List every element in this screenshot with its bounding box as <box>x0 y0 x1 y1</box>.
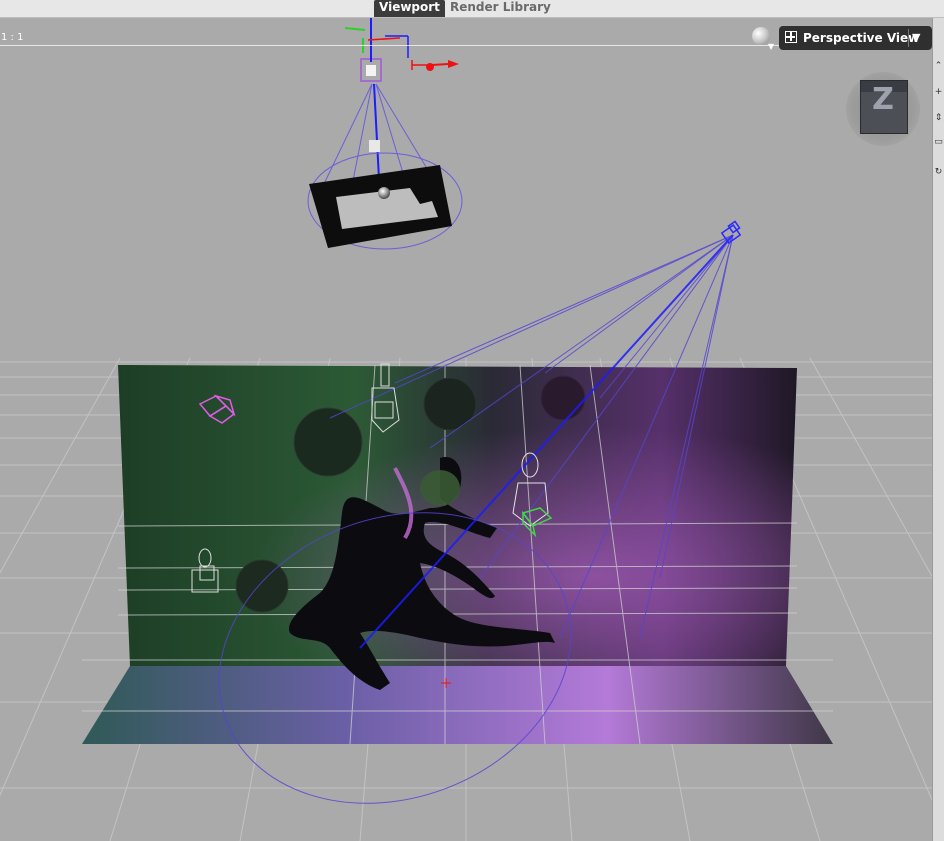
tab-viewport[interactable]: Viewport <box>374 0 445 17</box>
scroll-up-icon[interactable]: ⌃ <box>934 62 943 71</box>
aspect-ratio-label: 1 : 1 <box>1 32 24 43</box>
lock-icon[interactable]: ▭ <box>934 138 943 147</box>
3d-viewport[interactable]: 1 : 1 <box>0 18 932 841</box>
tab-bar: Viewport Render Library <box>0 0 944 18</box>
scene-canvas[interactable] <box>0 18 932 841</box>
disco-sphere <box>423 377 477 431</box>
light-rig-top <box>344 18 459 82</box>
viewport-layout-icon <box>785 31 797 43</box>
plus-icon[interactable]: + <box>934 88 943 97</box>
divider <box>908 29 909 47</box>
view-cube[interactable]: Z <box>846 72 920 146</box>
view-cube-label: Z <box>872 82 894 117</box>
rotate-icon[interactable]: ↻ <box>934 168 943 177</box>
tab-render-library[interactable]: Render Library <box>445 0 556 17</box>
disco-sphere <box>293 407 363 477</box>
right-toolbar: ⌃ + ⇕ ▭ ↻ <box>932 18 944 841</box>
view-selector-label: Perspective View <box>803 31 920 45</box>
stage-floor <box>82 666 833 744</box>
disco-sphere <box>540 375 586 421</box>
chevron-down-icon[interactable]: ▼ <box>768 42 774 51</box>
softbox-light <box>309 140 452 248</box>
scroll-icon[interactable]: ⇕ <box>934 114 943 123</box>
view-selector-button[interactable]: Perspective View ▼ <box>779 26 932 50</box>
chevron-down-icon[interactable]: ▼ <box>912 31 920 44</box>
